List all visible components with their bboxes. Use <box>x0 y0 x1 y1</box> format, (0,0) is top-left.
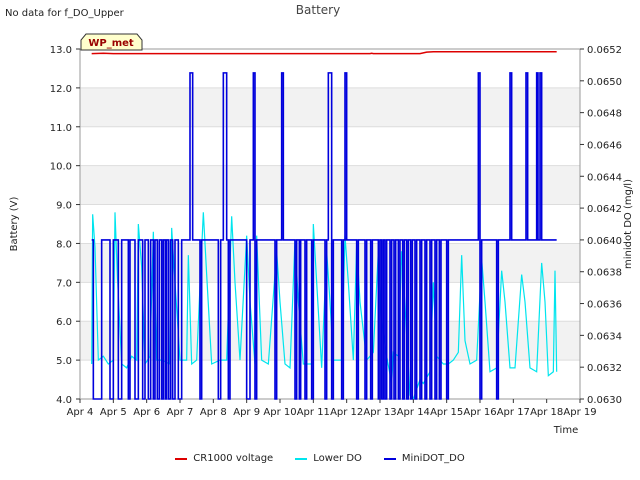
x-tick-label: Apr 19 <box>563 407 596 418</box>
y-left-tick-label: 8.0 <box>56 239 72 250</box>
legend: CR1000 voltage Lower DO MiniDOT_DO <box>0 453 640 464</box>
y-left-tick-label: 11.0 <box>50 123 72 134</box>
x-tick-label: Apr 14 <box>397 407 430 418</box>
y-right-tick-label: 0.0636 <box>587 300 622 311</box>
y-right-tick-label: 0.0632 <box>587 363 622 374</box>
grid-band <box>80 87 580 127</box>
chart-title: Battery <box>296 3 340 17</box>
y-right-tick-label: 0.0650 <box>587 77 622 88</box>
y-left-tick-label: 10.0 <box>50 162 72 173</box>
x-tick-label: Apr 12 <box>330 407 363 418</box>
legend-item-cr1000: CR1000 voltage <box>175 453 273 464</box>
legend-item-minidot: MiniDOT_DO <box>383 453 465 464</box>
y-left-tick-label: 4.0 <box>56 395 72 406</box>
x-tick-label: Apr 4 <box>67 407 94 418</box>
no-data-note: No data for f_DO_Upper <box>5 8 124 19</box>
y-right-tick-label: 0.0638 <box>587 268 622 279</box>
y-right-tick-label: 0.0642 <box>587 204 622 215</box>
y-right-tick-label: 0.0644 <box>587 172 622 183</box>
x-tick-label: Apr 8 <box>200 407 227 418</box>
legend-swatch-minidot <box>383 457 396 460</box>
x-tick-label: Apr 18 <box>530 407 563 418</box>
x-tick-label: Apr 6 <box>133 407 160 418</box>
series-cr1000-voltage <box>91 50 557 55</box>
x-tick-label: Apr 17 <box>497 407 530 418</box>
y-left-tick-label: 13.0 <box>50 45 72 56</box>
x-tick-label: Apr 16 <box>463 407 496 418</box>
y-right-tick-label: 0.0640 <box>587 236 622 247</box>
legend-label-cr1000: CR1000 voltage <box>193 453 274 464</box>
annotation-label: WP_met <box>88 38 134 49</box>
x-tick-label: Apr 5 <box>100 407 127 418</box>
x-tick-label: Apr 10 <box>263 407 296 418</box>
grid-band <box>80 165 580 205</box>
x-tick-label: Apr 11 <box>297 407 330 418</box>
battery-chart: Apr 4 Apr 5 Apr 6 Apr 7 Apr 8 Apr 9 Apr 10 Apr … <box>9 3 634 436</box>
y-left-tick-label: 7.0 <box>56 278 72 289</box>
y-right-tick-label: 0.0646 <box>587 140 622 151</box>
x-axis-label: Time <box>553 425 578 436</box>
x-tick-label: Apr 15 <box>430 407 463 418</box>
legend-label-minidot: MiniDOT_DO <box>401 453 465 464</box>
annotation-box: WP_met <box>80 33 143 51</box>
y-axis-label-left: Battery (V) <box>9 196 20 251</box>
y-axis-label-right: minidot DO (mg/l) <box>623 179 634 269</box>
y-right-tick-label: 0.0652 <box>587 45 622 56</box>
y-left-tick-label: 6.0 <box>56 317 72 328</box>
y-left-tick-label: 12.0 <box>50 84 72 95</box>
y-right-tick-label: 0.0648 <box>587 109 622 120</box>
legend-label-lower-do: Lower DO <box>313 453 362 464</box>
legend-item-lower-do: Lower DO <box>295 453 362 464</box>
y-right-tick-label: 0.0634 <box>587 331 622 342</box>
x-tick-label: Apr 13 <box>363 407 396 418</box>
y-left-tick-label: 5.0 <box>56 356 72 367</box>
y-left-tick-label: 9.0 <box>56 201 72 212</box>
legend-swatch-cr1000 <box>175 457 188 460</box>
x-tick-label: Apr 7 <box>167 407 194 418</box>
y-right-tick-label: 0.0630 <box>587 395 622 406</box>
legend-swatch-lower-do <box>295 457 308 460</box>
x-tick-label: Apr 9 <box>233 407 260 418</box>
